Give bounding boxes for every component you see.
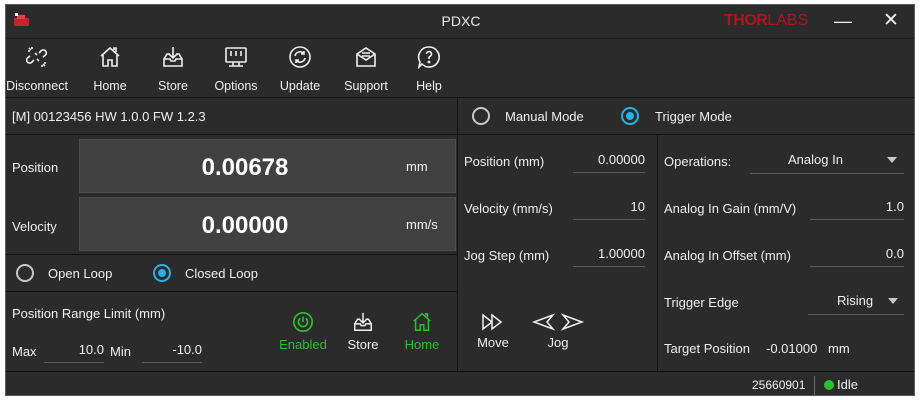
app-window: PDXC THORLABS — ✕ Disconnect Home Store	[5, 4, 915, 396]
close-button[interactable]: ✕	[876, 9, 906, 33]
analog-offset-label: Analog In Offset (mm)	[664, 248, 791, 263]
disconnect-button[interactable]: Disconnect	[6, 39, 68, 97]
toolbar-label: Support	[344, 79, 388, 93]
manual-position-input[interactable]: 0.00000	[573, 151, 645, 173]
jog-label: Jog	[547, 335, 569, 350]
range-home-label: Home	[404, 337, 440, 352]
toolbar-label: Store	[158, 79, 188, 93]
home-button[interactable]: Home	[85, 39, 135, 97]
toolbar: Disconnect Home Store Options Update Sup…	[6, 38, 914, 97]
enabled-label: Enabled	[279, 337, 327, 352]
options-button[interactable]: Options	[211, 39, 261, 97]
trigger-edge-value: Rising	[837, 293, 874, 308]
readout-divider	[6, 254, 457, 255]
chevron-down-icon	[888, 298, 898, 304]
jog-step-input[interactable]: 1.00000	[573, 245, 645, 267]
status-separator	[814, 376, 815, 395]
trigger-edge-label: Trigger Edge	[664, 295, 739, 310]
open-loop-label: Open Loop	[48, 266, 113, 281]
store-button[interactable]: Store	[148, 39, 198, 97]
target-position-label: Target Position	[664, 341, 750, 356]
range-store-button[interactable]: Store	[339, 311, 387, 352]
min-input[interactable]: -10.0	[142, 341, 202, 363]
mode-divider	[657, 134, 658, 371]
velocity-readout: 0.00000 mm/s	[79, 197, 456, 251]
manual-mode-radio[interactable]	[472, 107, 490, 125]
target-position-unit: mm	[828, 341, 850, 356]
home-icon	[413, 312, 431, 331]
help-icon	[417, 46, 440, 69]
position-value: 0.00678	[201, 154, 289, 181]
chevron-down-icon	[887, 157, 897, 163]
operations-dropdown[interactable]: Analog In	[750, 150, 904, 174]
analog-gain-input[interactable]: 1.0	[810, 198, 904, 220]
unlink-icon	[25, 47, 48, 67]
status-indicator-icon	[824, 380, 834, 390]
toolbar-label: Update	[279, 79, 321, 93]
position-readout: 0.00678 mm	[79, 139, 456, 193]
refresh-icon	[289, 46, 311, 68]
trigger-mode-label: Trigger Mode	[655, 109, 732, 124]
target-position-value: -0.01000	[766, 341, 818, 356]
closed-loop-label: Closed Loop	[185, 266, 258, 281]
max-input[interactable]: 10.0	[44, 341, 104, 363]
manual-velocity-input[interactable]: 10	[573, 198, 645, 220]
trigger-edge-dropdown[interactable]: Rising	[808, 291, 904, 315]
range-limit-title: Position Range Limit (mm)	[12, 306, 166, 321]
toolbar-label: Home	[93, 79, 127, 93]
loop-divider	[6, 291, 457, 292]
header-divider	[6, 134, 914, 135]
double-chevron-right-icon	[482, 313, 503, 331]
min-label: Min	[110, 344, 131, 359]
store-icon	[163, 47, 183, 67]
options-icon	[225, 47, 247, 67]
toolbar-label: Help	[416, 79, 442, 93]
velocity-label: Velocity	[12, 219, 57, 234]
minimize-button[interactable]: —	[828, 9, 858, 33]
max-label: Max	[12, 344, 37, 359]
position-unit: mm	[406, 159, 428, 174]
device-info: [M] 00123456 HW 1.0.0 FW 1.2.3	[12, 109, 206, 124]
jog-buttons[interactable]: Jog	[530, 313, 586, 350]
operations-value: Analog In	[788, 152, 843, 167]
range-store-label: Store	[347, 337, 379, 352]
toolbar-divider	[6, 97, 914, 98]
store-icon	[354, 312, 372, 331]
mail-icon	[356, 47, 376, 67]
move-button[interactable]: Move	[470, 313, 516, 350]
panel-divider	[457, 97, 458, 371]
support-button[interactable]: Support	[339, 39, 393, 97]
manual-mode-label: Manual Mode	[505, 109, 584, 124]
velocity-unit: mm/s	[406, 217, 438, 232]
thorlabs-logo: THORLABS	[724, 12, 809, 29]
analog-offset-input[interactable]: 0.0	[810, 245, 904, 267]
serial-number: 25660901	[752, 378, 806, 392]
home-icon	[100, 46, 120, 67]
range-home-button[interactable]: Home	[398, 311, 446, 352]
update-button[interactable]: Update	[275, 39, 325, 97]
operations-label: Operations:	[664, 154, 732, 169]
status-bar: 25660901 Idle	[6, 371, 914, 395]
title-bar: PDXC THORLABS — ✕	[6, 5, 914, 37]
enabled-toggle-button[interactable]: Enabled	[276, 311, 330, 352]
jog-step-label: Jog Step (mm)	[464, 248, 550, 263]
help-button[interactable]: Help	[404, 39, 454, 97]
position-label: Position	[12, 160, 59, 175]
toolbar-label: Disconnect	[6, 79, 68, 93]
trigger-mode-radio[interactable]	[621, 107, 639, 125]
velocity-value: 0.00000	[201, 212, 289, 239]
toolbar-label: Options	[214, 79, 258, 93]
power-icon	[293, 312, 313, 332]
status-text: Idle	[837, 377, 858, 392]
move-label: Move	[477, 335, 509, 350]
jog-arrows-icon	[531, 313, 585, 331]
closed-loop-radio[interactable]	[153, 264, 171, 282]
manual-position-label: Position (mm)	[464, 154, 545, 169]
open-loop-radio[interactable]	[16, 264, 34, 282]
analog-gain-label: Analog In Gain (mm/V)	[664, 201, 797, 216]
manual-velocity-label: Velocity (mm/s)	[464, 201, 553, 216]
